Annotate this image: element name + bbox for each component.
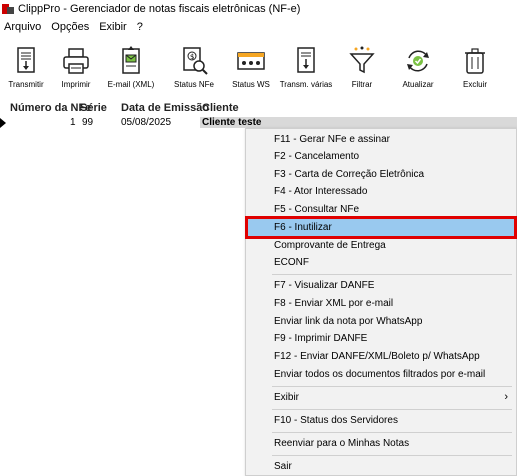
menu-item-consultar-nfe[interactable]: F5 - Consultar NFe bbox=[248, 201, 514, 218]
transmit-icon bbox=[17, 47, 35, 73]
menu-item-reenviar-minhas-notas[interactable]: Reenviar para o Minhas Notas bbox=[248, 435, 514, 452]
status-nfe-label: Status NFe bbox=[173, 80, 214, 89]
status-ws-icon bbox=[237, 52, 265, 70]
email-xml-icon bbox=[122, 46, 140, 74]
menu-bar: Arquivo Opções Exibir ? bbox=[0, 18, 517, 36]
context-menu: F11 - Gerar NFe e assinar F2 - Cancelame… bbox=[245, 128, 517, 476]
filter-label: Filtrar bbox=[351, 80, 373, 89]
cell-numero: 1 bbox=[70, 117, 76, 128]
trash-icon bbox=[465, 48, 485, 74]
svg-text:$: $ bbox=[190, 53, 194, 61]
menu-opcoes[interactable]: Opções bbox=[51, 21, 89, 33]
menu-item-inutilizar[interactable]: F6 - Inutilizar bbox=[245, 216, 517, 239]
menu-item-link-whatsapp[interactable]: Enviar link da nota por WhatsApp bbox=[248, 313, 514, 330]
transmit-multiple-label: Transm. várias bbox=[279, 80, 333, 89]
menu-separator bbox=[272, 274, 512, 275]
menu-separator bbox=[272, 386, 512, 387]
transmit-multiple-icon bbox=[297, 47, 315, 73]
window-title: ClippPro - Gerenciador de notas fiscais … bbox=[18, 3, 301, 15]
menu-item-exibir[interactable]: Exibir › bbox=[248, 389, 514, 406]
filter-button[interactable]: Filtrar bbox=[334, 40, 390, 96]
print-button[interactable]: Imprimir bbox=[48, 40, 104, 96]
filter-icon bbox=[349, 46, 375, 74]
delete-button[interactable]: Excluir bbox=[447, 40, 503, 96]
menu-item-econf[interactable]: ECONF bbox=[248, 254, 514, 271]
status-nfe-button[interactable]: $ Status NFe bbox=[166, 40, 222, 96]
menu-item-sair[interactable]: Sair bbox=[248, 458, 514, 475]
menu-item-enviar-xml-email[interactable]: F8 - Enviar XML por e-mail bbox=[248, 295, 514, 312]
column-data-emissao[interactable]: Data de Emissão bbox=[121, 102, 209, 114]
refresh-button[interactable]: Atualizar bbox=[390, 40, 446, 96]
email-xml-label: E-mail (XML) bbox=[107, 80, 155, 89]
print-label: Imprimir bbox=[61, 80, 91, 89]
menu-item-enviar-whatsapp[interactable]: F12 - Enviar DANFE/XML/Boleto p/ WhatsAp… bbox=[248, 348, 514, 365]
toolbar: Transmitir Imprimir E-mail (XML) $ Statu… bbox=[0, 40, 517, 96]
menu-item-enviar-todos-email[interactable]: Enviar todos os documentos filtrados por… bbox=[248, 366, 514, 383]
status-ws-button[interactable]: Status WS bbox=[223, 40, 279, 96]
menu-item-cancelamento[interactable]: F2 - Cancelamento bbox=[248, 148, 514, 165]
nfe-list-header: Número da NFe Série Data de Emissão Clie… bbox=[0, 102, 517, 116]
menu-separator bbox=[272, 409, 512, 410]
transmit-label: Transmitir bbox=[8, 80, 44, 89]
menu-separator bbox=[272, 432, 512, 433]
submenu-arrow-icon: › bbox=[504, 391, 508, 403]
row-pointer-icon bbox=[0, 118, 6, 128]
transmit-button[interactable]: Transmitir bbox=[0, 40, 54, 96]
menu-exibir[interactable]: Exibir bbox=[99, 21, 127, 33]
menu-item-imprimir-danfe[interactable]: F9 - Imprimir DANFE bbox=[248, 330, 514, 347]
cell-data: 05/08/2025 bbox=[121, 117, 172, 128]
refresh-icon bbox=[407, 50, 429, 72]
email-xml-button[interactable]: E-mail (XML) bbox=[103, 40, 159, 96]
app-icon bbox=[2, 3, 14, 15]
status-nfe-icon: $ bbox=[183, 47, 208, 75]
printer-icon bbox=[63, 48, 89, 74]
menu-item-status-servidores[interactable]: F10 - Status dos Servidores bbox=[248, 412, 514, 429]
menu-arquivo[interactable]: Arquivo bbox=[4, 21, 41, 33]
cell-serie: 99 bbox=[82, 117, 94, 128]
refresh-label: Atualizar bbox=[402, 80, 434, 89]
cell-cliente: Cliente teste bbox=[200, 117, 517, 128]
menu-item-exibir-label: Exibir bbox=[274, 392, 300, 403]
menu-separator bbox=[272, 455, 512, 456]
title-bar: ClippPro - Gerenciador de notas fiscais … bbox=[0, 0, 517, 18]
column-cliente[interactable]: Cliente bbox=[202, 102, 239, 114]
menu-item-gerar-nfe[interactable]: F11 - Gerar NFe e assinar bbox=[248, 131, 514, 148]
menu-item-ator-interessado[interactable]: F4 - Ator Interessado bbox=[248, 183, 514, 200]
menu-item-visualizar-danfe[interactable]: F7 - Visualizar DANFE bbox=[248, 277, 514, 294]
menu-item-carta-correcao[interactable]: F3 - Carta de Correção Eletrônica bbox=[248, 166, 514, 183]
delete-label: Excluir bbox=[462, 80, 487, 89]
menu-help[interactable]: ? bbox=[137, 21, 143, 33]
transmit-multiple-button[interactable]: Transm. várias bbox=[278, 40, 334, 96]
menu-item-comprovante-entrega[interactable]: Comprovante de Entrega bbox=[248, 237, 514, 254]
status-ws-label: Status WS bbox=[232, 80, 270, 89]
column-serie[interactable]: Série bbox=[80, 102, 107, 114]
